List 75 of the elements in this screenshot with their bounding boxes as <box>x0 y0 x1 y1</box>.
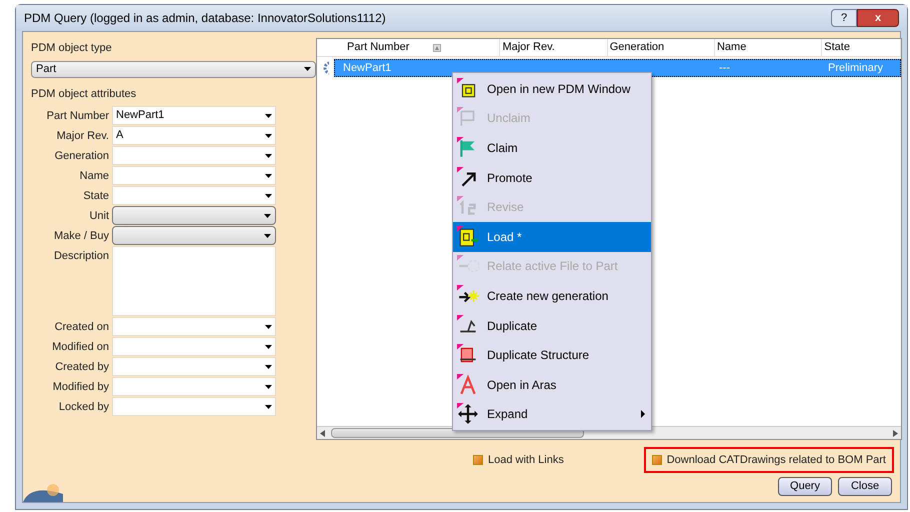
dropdown-arrow-icon <box>265 384 272 388</box>
field-label: Created on <box>54 320 109 335</box>
combo-field[interactable]: A <box>112 126 276 145</box>
dropdown-arrow-icon <box>265 404 272 408</box>
field-label: Part Number <box>46 109 109 124</box>
menu-item[interactable]: Open in Aras <box>453 370 651 400</box>
field-label: Locked by <box>58 400 109 415</box>
menu-item-icon <box>457 403 479 426</box>
combo-field[interactable] <box>112 397 276 416</box>
attributes-label: PDM object attributes <box>31 86 138 102</box>
menu-item[interactable]: Expand <box>453 400 651 430</box>
dropdown-arrow-icon <box>264 214 271 218</box>
dialog-button[interactable]: Query <box>778 477 832 496</box>
menu-item[interactable]: Claim <box>453 133 651 163</box>
dropdown-field[interactable] <box>112 226 276 245</box>
menu-item[interactable]: Duplicate Structure <box>453 340 651 370</box>
dialog-button[interactable]: Close <box>838 477 892 496</box>
dropdown-arrow-icon <box>265 174 272 178</box>
dropdown-arrow-icon <box>265 114 272 118</box>
field-label: Generation <box>54 149 109 164</box>
checkbox-label: Load with Links <box>488 452 564 468</box>
column-header[interactable]: Major Rev. <box>502 39 555 56</box>
column-header[interactable]: Name <box>716 39 746 56</box>
field-label: Name <box>78 169 109 184</box>
description-field[interactable] <box>112 246 276 316</box>
submenu-arrow-icon <box>641 410 645 418</box>
field-label: Description <box>52 249 109 264</box>
menu-item[interactable]: Duplicate <box>453 310 651 340</box>
menu-item[interactable]: Promote <box>453 162 651 192</box>
combo-field[interactable] <box>112 377 276 396</box>
dropdown-arrow-icon <box>304 67 311 71</box>
column-header[interactable]: Generation <box>610 39 664 56</box>
window-close-button[interactable]: x <box>857 9 899 27</box>
combo-field[interactable] <box>112 186 276 205</box>
menu-item[interactable]: Open in new PDM Window <box>453 74 651 104</box>
object-type-label: PDM object type <box>31 41 113 56</box>
field-label: Modified on <box>51 340 109 355</box>
field-label: State <box>82 189 109 204</box>
help-button[interactable]: ? <box>831 9 857 27</box>
dropdown-arrow-icon <box>265 194 272 198</box>
dropdown-arrow-icon <box>265 154 272 158</box>
combo-field[interactable]: NewPart1 <box>112 106 276 125</box>
combo-field[interactable] <box>112 166 276 185</box>
menu-item[interactable]: Load * <box>453 222 651 252</box>
dropdown-arrow-icon <box>265 324 272 328</box>
menu-item-icon <box>457 226 479 248</box>
combo-field[interactable] <box>112 317 276 336</box>
dropdown-field[interactable] <box>112 206 276 225</box>
scroll-right-icon[interactable] <box>893 430 898 436</box>
menu-item[interactable]: Create new generation <box>453 281 651 311</box>
dropdown-arrow-icon <box>265 134 272 138</box>
column-header[interactable]: State <box>824 39 850 56</box>
table-cell-text: Preliminary <box>827 60 884 76</box>
checkbox-label: Download CATDrawings related to BOM Part <box>666 452 886 468</box>
field-label: Major Rev. <box>56 129 109 144</box>
object-type-dropdown[interactable]: Part <box>31 60 316 78</box>
combo-field[interactable] <box>112 357 276 376</box>
gear-icon <box>322 60 329 76</box>
field-label: Make / Buy <box>52 229 109 244</box>
field-label: Modified by <box>52 380 109 395</box>
window-title: PDM Query (logged in as admin, database: InnovatorSolutions1112) <box>24 10 387 27</box>
table-cell-text: --- <box>718 60 731 76</box>
checkbox[interactable] <box>652 455 662 465</box>
column-header[interactable]: Part Number <box>347 39 410 56</box>
field-label: Created by <box>54 360 109 375</box>
table-cell-text: NewPart1 <box>342 60 392 76</box>
combo-field[interactable] <box>112 337 276 356</box>
dropdown-arrow-icon <box>265 364 272 368</box>
dropdown-arrow-icon <box>265 344 272 348</box>
combo-field[interactable] <box>112 146 276 165</box>
field-label: Unit <box>88 209 109 224</box>
checkbox[interactable] <box>473 455 483 465</box>
dropdown-arrow-icon <box>264 234 271 238</box>
sort-icon <box>433 44 442 52</box>
scroll-left-icon[interactable] <box>320 430 325 436</box>
